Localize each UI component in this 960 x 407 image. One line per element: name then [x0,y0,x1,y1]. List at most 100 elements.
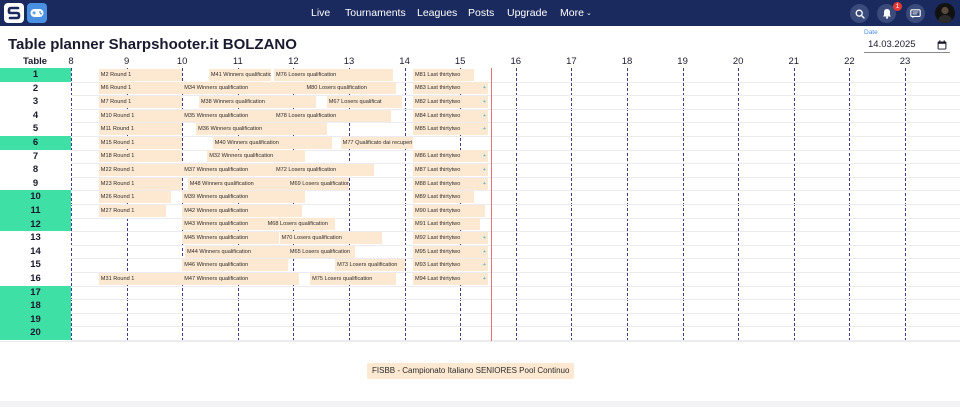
match-block[interactable]: M26 Round 1 [98,191,172,204]
match-block[interactable]: M75 Losers qualification [310,272,397,285]
nav-tournaments[interactable]: Tournaments [345,0,406,26]
match-block[interactable]: M23 Round 1 [98,177,183,190]
messages-button[interactable] [906,4,925,23]
match-block[interactable]: M27 Round 1 [98,204,166,217]
table-row-label[interactable]: 7 [0,150,71,164]
match-block[interactable]: M36 Winners qualification [196,123,327,136]
nav-leagues[interactable]: Leagues [417,0,457,26]
table-row-label[interactable]: 19 [0,312,71,327]
match-label: M22 Round 1 [100,167,135,173]
match-block[interactable]: M44 Winners qualification [184,245,288,258]
match-block[interactable]: M76 Losers qualification [273,68,394,81]
match-block[interactable]: M70 Losers qualification [279,232,383,244]
table-row-label[interactable]: 6 [0,136,71,150]
match-block[interactable]: M47 Winners qualification [182,272,299,285]
match-block[interactable]: M85 Last thirtytwo + [412,123,488,136]
table-row-label[interactable]: 13 [0,231,71,245]
calendar-icon[interactable] [937,40,947,50]
hour-label: 12 [288,56,299,67]
table-row-label[interactable]: 9 [0,177,71,191]
table-row-label[interactable]: 12 [0,217,71,232]
match-block[interactable]: M45 Winners qualification [182,232,280,244]
hour-label: 14 [399,56,410,67]
table-row-label[interactable]: 18 [0,299,71,313]
search-button[interactable] [850,4,869,23]
match-block[interactable]: M6 Round 1 [98,82,183,95]
table-row-label[interactable]: 11 [0,204,71,218]
table-row-label[interactable]: 1 [0,68,71,82]
match-label: M89 Last thirtytwo [414,194,461,201]
match-block[interactable]: M48 Winners qualification [187,177,288,190]
match-block[interactable]: M82 Last thirtytwo + [412,96,488,108]
table-row-label[interactable]: 4 [0,109,71,123]
nav-upgrade[interactable]: Upgrade [507,0,547,26]
match-block[interactable]: M43 Winners qualification [182,218,266,231]
match-block[interactable]: M84 Last thirtytwo + [412,109,488,122]
match-block[interactable]: M86 Last thirtytwo + [412,150,488,163]
row-divider [71,136,960,137]
match-block[interactable]: M7 Round 1 [98,96,183,108]
match-block[interactable]: M15 Round 1 [98,136,183,149]
match-block[interactable]: M88 Last thirtytwo + [412,177,488,190]
match-block[interactable]: M38 Winners qualification [198,96,316,108]
match-block[interactable]: M89 Last thirtytwo [412,191,475,204]
match-block[interactable]: M87 Last thirtytwo + [412,164,488,176]
date-picker-input[interactable]: 14.03.2025 [864,37,950,53]
table-row-label[interactable]: 15 [0,258,71,272]
table-row-label[interactable]: 3 [0,95,71,109]
match-block[interactable]: M94 Last thirtytwo + [412,272,488,285]
table-row-label[interactable]: 16 [0,272,71,286]
match-block[interactable]: M31 Round 1 [98,272,183,285]
match-block[interactable]: M72 Losers qualification [273,164,375,176]
match-block[interactable]: M39 Winners qualification [182,191,305,204]
gamepad-icon[interactable] [27,3,47,23]
match-block[interactable]: M68 Losers qualification [265,218,336,231]
match-marker-icon: + [482,85,486,92]
match-block[interactable]: M2 Round 1 [98,68,183,81]
match-block[interactable]: M42 Winners qualification [182,204,302,217]
match-block[interactable]: M40 Winners qualification [212,136,333,149]
table-row-label[interactable]: 8 [0,163,71,177]
match-block[interactable]: M32 Winners qualification [207,150,305,163]
match-block[interactable]: M10 Round 1 [98,109,183,122]
match-block[interactable]: M34 Winners qualification [182,82,305,95]
match-block[interactable]: M83 Last thirtytwo + [412,82,488,95]
tournament-tag[interactable]: FISBB - Campionato Italiano SENIORES Poo… [367,363,575,379]
match-block[interactable]: M93 Last thirtytwo + [412,259,488,272]
match-block[interactable]: M35 Winners qualification [182,109,274,122]
table-row-label[interactable]: 17 [0,285,71,300]
match-block[interactable]: M95 Last thirtytwo + [412,245,488,258]
match-block[interactable]: M73 Losers qualification [335,259,405,272]
table-row-label[interactable]: 14 [0,245,71,259]
match-block[interactable]: M41 Winners qualification [208,68,272,81]
nav-more-menu[interactable]: More ⌄ [560,0,592,26]
table-row-label[interactable]: 5 [0,122,71,136]
match-block[interactable]: M81 Last thirtytwo [412,68,475,81]
match-label: M36 Winners qualification [198,126,263,133]
match-block[interactable]: M92 Last thirtytwo + [412,232,488,244]
table-row-label[interactable]: 20 [0,326,71,340]
match-block[interactable]: M80 Losers qualification [304,82,397,95]
logo-icon[interactable] [4,3,24,23]
nav-posts[interactable]: Posts [468,0,494,26]
table-row-label[interactable]: 10 [0,190,71,204]
match-block[interactable]: M77 Qualificato dai recuperi [340,136,413,149]
match-block[interactable]: M65 Losers qualification [287,245,355,258]
avatar[interactable] [935,3,955,23]
match-block[interactable]: M90 Last thirtytwo [412,204,486,217]
match-block[interactable]: M67 Losers qualificat [326,96,402,108]
hour-label: 11 [232,56,243,67]
match-block[interactable]: M22 Round 1 [98,164,183,176]
match-label: M43 Winners qualification [184,221,249,228]
match-block[interactable]: M46 Winners qualification [182,259,288,272]
match-block[interactable]: M69 Losers qualification [287,177,349,190]
nav-live[interactable]: Live [311,0,330,26]
table-row-label[interactable]: 2 [0,82,71,96]
match-label: M70 Losers qualification [281,235,342,241]
hour-label: 10 [176,56,188,67]
match-block[interactable]: M78 Losers qualification [273,109,391,122]
match-block[interactable]: M11 Round 1 [98,123,183,136]
match-block[interactable]: M18 Round 1 [98,150,183,163]
match-block[interactable]: M37 Winners qualification [182,164,274,176]
match-block[interactable]: M91 Last thirtytwo [412,218,480,231]
